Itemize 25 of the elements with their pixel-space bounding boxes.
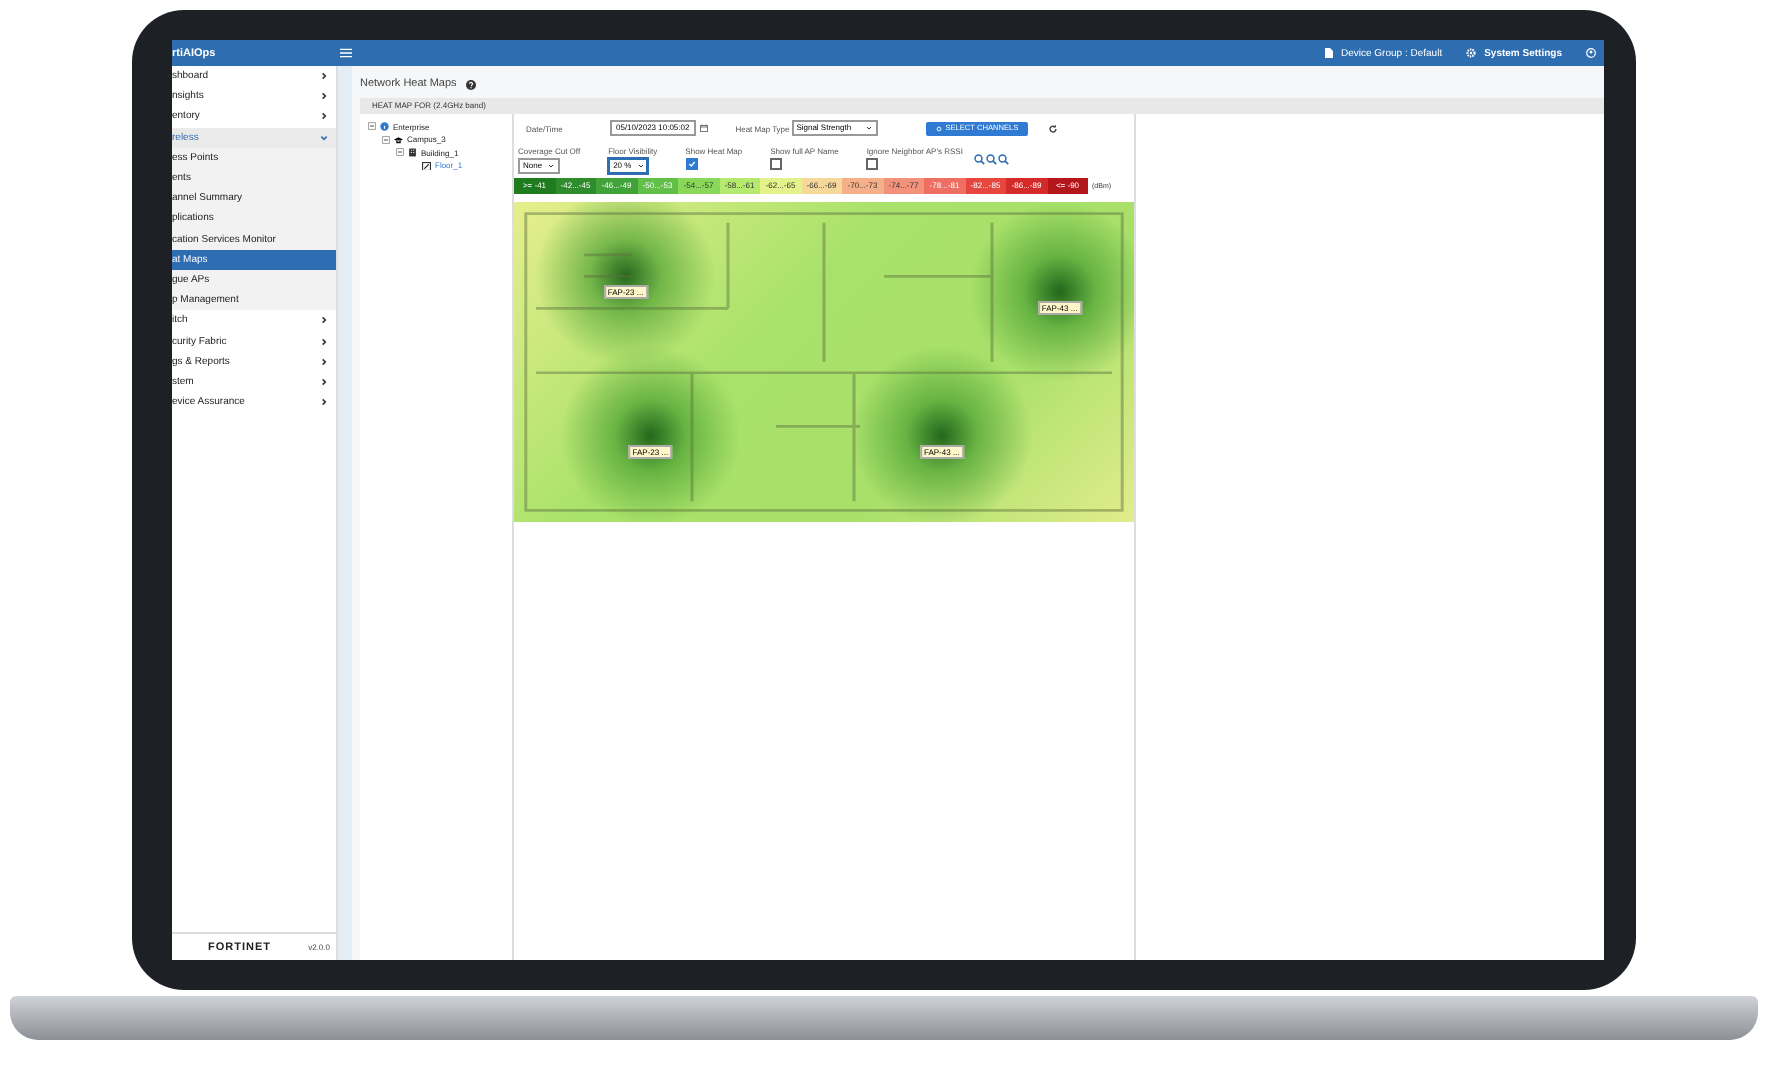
settings-icon[interactable] [1466,48,1477,58]
chevron-right-icon [320,377,328,386]
chevron-right-icon [320,357,328,366]
building-icon [408,148,417,157]
chevron-right-icon [320,72,328,81]
help-icon[interactable] [466,79,477,89]
graduation-cap-icon [394,135,403,144]
check-icon [687,160,696,168]
refresh-icon[interactable] [1048,123,1059,133]
calendar-icon[interactable] [699,124,708,132]
checkbox[interactable] [770,158,783,170]
floor-plan-icon [422,161,431,170]
chevron-right-icon [320,398,328,407]
user-icon[interactable] [1586,48,1596,58]
info-icon [380,122,389,131]
chevron-right-icon [320,337,328,346]
zoom-icons[interactable] [974,154,1011,166]
document-icon[interactable] [1323,48,1333,58]
menu-icon[interactable] [340,48,352,58]
circle-icon [935,125,942,131]
checkbox[interactable] [685,158,698,170]
checkbox[interactable] [866,158,879,170]
chevron-right-icon [320,112,328,121]
chevron-right-icon [320,316,328,325]
chevron-right-icon [320,92,328,101]
